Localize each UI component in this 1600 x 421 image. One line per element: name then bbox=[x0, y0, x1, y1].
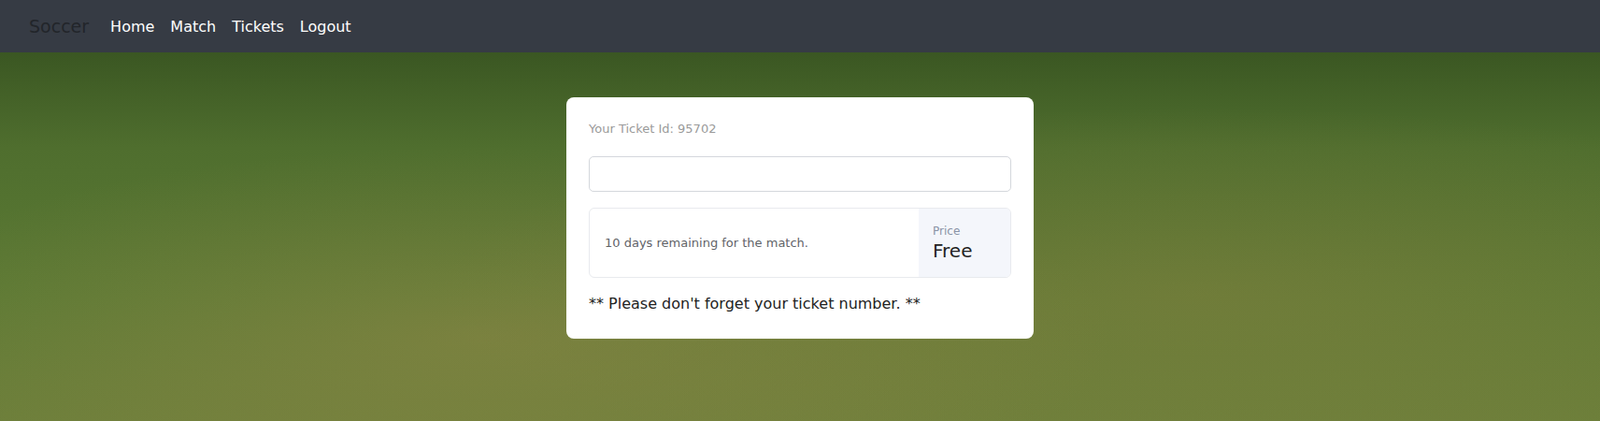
info-box: 10 days remaining for the match.PriceFre… bbox=[588, 207, 1012, 278]
note: ** Please don't forget your ticket numbe… bbox=[588, 294, 1012, 313]
nav-link[interactable]: Logout bbox=[300, 17, 352, 36]
price-label: Price bbox=[932, 224, 997, 238]
nav-link[interactable]: Match bbox=[170, 17, 216, 36]
price-box: PriceFree bbox=[918, 208, 1011, 277]
brand[interactable]: Soccer bbox=[28, 15, 89, 37]
remaining-text: 10 days remaining for the match. bbox=[589, 208, 919, 277]
ticket-field[interactable] bbox=[588, 156, 1012, 192]
ticket-card: Your Ticket Id: 95702 10 days remaining f… bbox=[566, 97, 1034, 339]
nav-link[interactable]: Tickets bbox=[231, 17, 285, 36]
price-value: Free bbox=[932, 239, 997, 262]
ticket-id: Your Ticket Id: 95702 bbox=[588, 121, 1012, 136]
page: Soccer Home Match Tickets Logout Your Ticket … bbox=[0, 0, 1600, 421]
nav-link[interactable]: Home bbox=[110, 17, 155, 36]
navbar: Soccer Home Match Tickets Logout bbox=[0, 0, 1600, 53]
background: Your Ticket Id: 95702 10 days remaining f… bbox=[0, 52, 1600, 421]
